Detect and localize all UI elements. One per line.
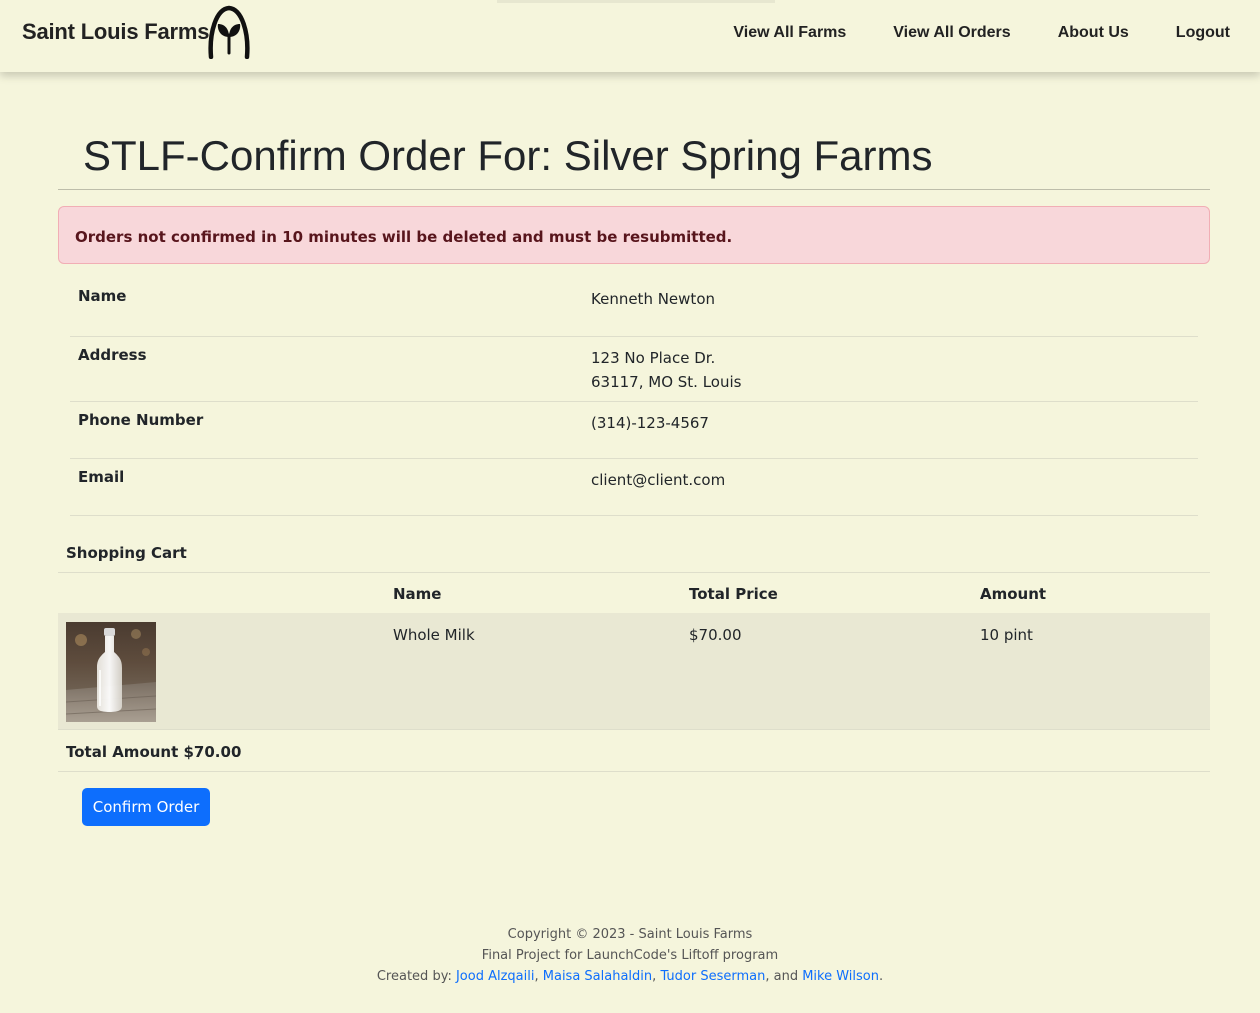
- col-amount-header: Amount: [980, 585, 1047, 603]
- info-row-phone: Phone Number (314)-123-4567: [70, 402, 1198, 459]
- address-value: 123 No Place Dr. 63117, MO St. Louis: [591, 346, 741, 394]
- nav-top-strip: [497, 0, 775, 3]
- name-text: Kenneth Newton: [591, 290, 715, 308]
- milk-bottle-photo: [66, 622, 156, 722]
- address-label: Address: [78, 346, 147, 364]
- info-row-email: Email client@client.com: [70, 459, 1198, 516]
- footer-project: Final Project for LaunchCode's Liftoff p…: [481, 948, 779, 963]
- address-line2: 63117, MO St. Louis: [591, 373, 742, 391]
- phone-value: (314)-123-4567: [591, 411, 709, 435]
- sprout-arch-logo-icon[interactable]: [206, 5, 252, 59]
- credits-sep: , and: [765, 969, 799, 984]
- item-amount: 10 pint: [980, 626, 1033, 644]
- info-row-name: Name Kenneth Newton: [70, 275, 1198, 337]
- author-link-maisa[interactable]: Maisa Salahaldin: [543, 969, 652, 984]
- nav-logout[interactable]: Logout: [1176, 24, 1230, 42]
- item-name: Whole Milk: [393, 626, 475, 644]
- warning-alert: Orders not confirmed in 10 minutes will …: [58, 206, 1210, 264]
- credits-end: .: [879, 969, 884, 984]
- credits-sep: ,: [534, 969, 539, 984]
- cart-table-header: Name Total Price Amount: [58, 573, 1210, 613]
- name-value: Kenneth Newton: [591, 287, 715, 311]
- email-value: client@client.com: [591, 468, 725, 492]
- phone-text: (314)-123-4567: [591, 414, 709, 432]
- col-name-header: Name: [393, 585, 442, 603]
- email-label: Email: [78, 468, 125, 486]
- total-amount: Total Amount $70.00: [66, 743, 242, 761]
- name-label: Name: [78, 287, 127, 305]
- nav-view-all-farms[interactable]: View All Farms: [733, 24, 846, 42]
- table-row: Whole Milk $70.00 10 pint: [58, 613, 1210, 730]
- navbar: Saint Louis Farms View All Farms View Al…: [0, 0, 1260, 72]
- brand-link[interactable]: Saint Louis Farms: [22, 19, 210, 45]
- info-row-address: Address 123 No Place Dr. 63117, MO St. L…: [70, 337, 1198, 402]
- title-divider: [58, 189, 1210, 190]
- credits-sep: ,: [652, 969, 657, 984]
- address-line1: 123 No Place Dr.: [591, 349, 716, 367]
- nav-about-us[interactable]: About Us: [1058, 24, 1129, 42]
- nav-view-all-orders[interactable]: View All Orders: [893, 24, 1010, 42]
- footer-credits: Created by: Jood Alzqaili, Maisa Salahal…: [0, 966, 1260, 987]
- milk-bottle-image: [66, 628, 156, 722]
- footer-copyright: Copyright © 2023 - Saint Louis Farms: [507, 927, 753, 942]
- footer: Copyright © 2023 - Saint Louis Farms Fin…: [0, 924, 1260, 987]
- author-link-jood[interactable]: Jood Alzqaili: [456, 969, 535, 984]
- author-link-tudor[interactable]: Tudor Seserman: [660, 969, 765, 984]
- credits-label: Created by:: [376, 969, 452, 984]
- alert-text: Orders not confirmed in 10 minutes will …: [75, 228, 733, 246]
- phone-label: Phone Number: [78, 411, 204, 429]
- email-text: client@client.com: [591, 471, 726, 489]
- shopping-cart-heading: Shopping Cart: [66, 544, 187, 562]
- nav-links: View All Farms View All Orders About Us …: [733, 24, 1230, 42]
- total-row: Total Amount $70.00: [58, 731, 1210, 772]
- confirm-order-button[interactable]: Confirm Order: [82, 788, 210, 826]
- item-total-price: $70.00: [689, 626, 742, 644]
- col-total-price-header: Total Price: [689, 585, 778, 603]
- author-link-mike[interactable]: Mike Wilson: [802, 969, 879, 984]
- page-title: STLF-Confirm Order For: Silver Spring Fa…: [83, 132, 933, 179]
